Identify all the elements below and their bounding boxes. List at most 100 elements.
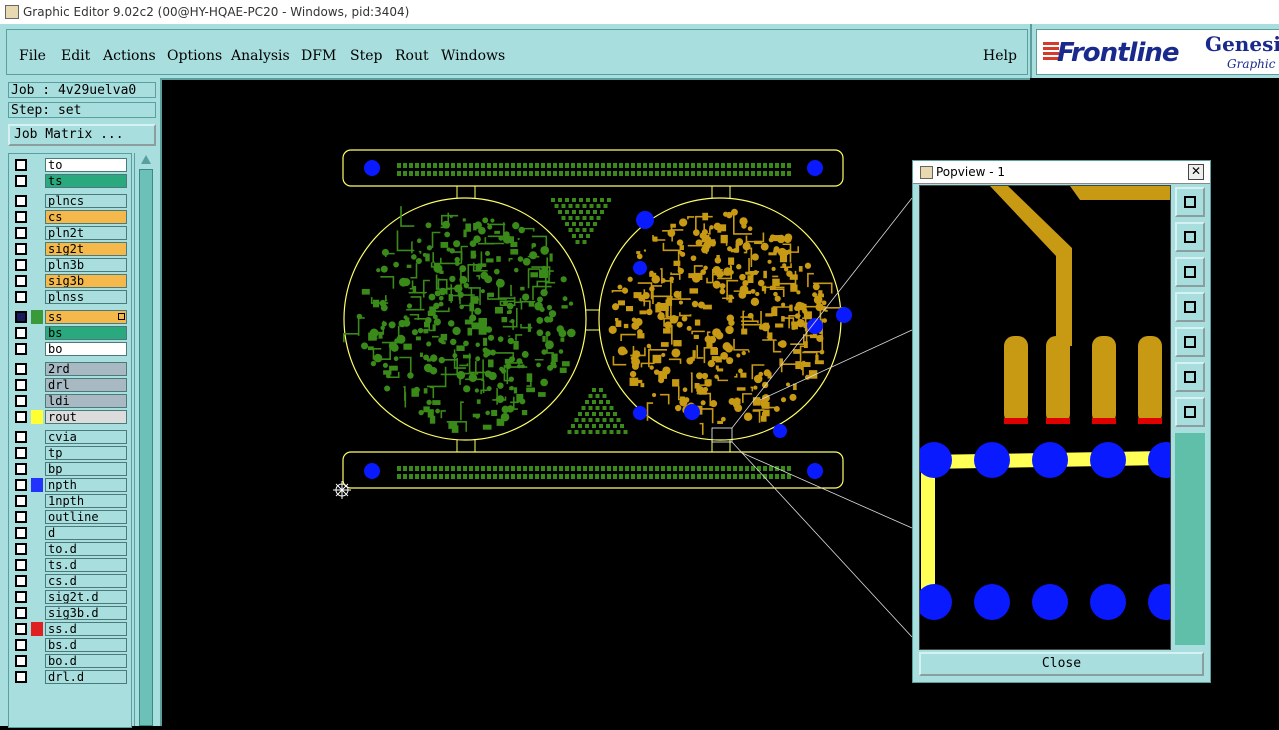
layer-checkbox[interactable] (15, 395, 27, 407)
menu-dfm[interactable]: DFM (301, 48, 336, 64)
layer-name[interactable]: sig2t (45, 242, 127, 256)
layer-list-scrollbar[interactable] (134, 153, 157, 726)
layer-checkbox[interactable] (15, 591, 27, 603)
layer-row-npth[interactable]: npth (11, 478, 129, 492)
layer-color-swatch[interactable] (31, 478, 43, 492)
layer-color-swatch[interactable] (31, 194, 43, 208)
layer-name[interactable]: plnss (45, 290, 127, 304)
menu-edit[interactable]: Edit (61, 48, 90, 64)
menu-help[interactable]: Help (983, 48, 1017, 64)
layer-row-ts.d[interactable]: ts.d (11, 558, 129, 572)
layer-color-swatch[interactable] (31, 574, 43, 588)
layer-color-swatch[interactable] (31, 210, 43, 224)
menu-windows[interactable]: Windows (441, 48, 505, 64)
layer-color-swatch[interactable] (31, 638, 43, 652)
layer-checkbox[interactable] (15, 159, 27, 171)
layer-name[interactable]: npth (45, 478, 127, 492)
layer-checkbox[interactable] (15, 291, 27, 303)
layer-checkbox[interactable] (15, 671, 27, 683)
layer-name[interactable]: cs.d (45, 574, 127, 588)
layer-color-swatch[interactable] (31, 510, 43, 524)
layer-color-swatch[interactable] (31, 342, 43, 356)
layer-row-bs.d[interactable]: bs.d (11, 638, 129, 652)
layer-name[interactable]: bp (45, 462, 127, 476)
layer-checkbox[interactable] (15, 431, 27, 443)
layer-color-swatch[interactable] (31, 326, 43, 340)
layer-row-ss.d[interactable]: ss.d (11, 622, 129, 636)
popview-pan-up-icon[interactable] (1175, 222, 1205, 252)
layer-name[interactable]: 2rd (45, 362, 127, 376)
layer-color-swatch[interactable] (31, 174, 43, 188)
layer-color-swatch[interactable] (31, 274, 43, 288)
layer-name[interactable]: ss (45, 310, 127, 324)
layer-row-ts[interactable]: ts (11, 174, 129, 188)
layer-checkbox[interactable] (15, 639, 27, 651)
popview-zoom-in-icon[interactable] (1175, 397, 1205, 427)
layer-checkbox[interactable] (15, 559, 27, 571)
layer-checkbox[interactable] (15, 327, 27, 339)
layer-row-drl[interactable]: drl (11, 378, 129, 392)
layer-name[interactable]: ss.d (45, 622, 127, 636)
layer-name[interactable]: bo (45, 342, 127, 356)
layer-checkbox[interactable] (15, 623, 27, 635)
layer-checkbox[interactable] (15, 479, 27, 491)
layer-color-swatch[interactable] (31, 362, 43, 376)
layer-checkbox[interactable] (15, 463, 27, 475)
layer-row-to[interactable]: to (11, 158, 129, 172)
menu-step[interactable]: Step (350, 48, 382, 64)
popview-fit-icon[interactable] (1175, 187, 1205, 217)
layer-color-swatch[interactable] (31, 394, 43, 408)
layer-checkbox[interactable] (15, 511, 27, 523)
layer-color-swatch[interactable] (31, 542, 43, 556)
layer-row-ldi[interactable]: ldi (11, 394, 129, 408)
layer-row-sig2t.d[interactable]: sig2t.d (11, 590, 129, 604)
popview-window[interactable]: Popview - 1 ✕ Close (912, 160, 1211, 683)
layer-row-bp[interactable]: bp (11, 462, 129, 476)
layer-checkbox[interactable] (15, 655, 27, 667)
layer-color-swatch[interactable] (31, 622, 43, 636)
job-matrix-button[interactable]: Job Matrix ... (8, 124, 156, 146)
layer-color-swatch[interactable] (31, 446, 43, 460)
layer-row-sig2t[interactable]: sig2t (11, 242, 129, 256)
popview-zoom-drawing[interactable] (920, 186, 1170, 649)
layer-row-pln3b[interactable]: pln3b (11, 258, 129, 272)
layer-color-swatch[interactable] (31, 258, 43, 272)
layer-checkbox[interactable] (15, 527, 27, 539)
layer-row-plncs[interactable]: plncs (11, 194, 129, 208)
layer-name[interactable]: cs (45, 210, 127, 224)
layer-checkbox[interactable] (15, 411, 27, 423)
layer-color-swatch[interactable] (31, 430, 43, 444)
layer-checkbox[interactable] (15, 575, 27, 587)
layer-checkbox[interactable] (15, 227, 27, 239)
popview-close-icon[interactable]: ✕ (1188, 164, 1204, 180)
layer-name[interactable]: d (45, 526, 127, 540)
layer-checkbox[interactable] (15, 175, 27, 187)
layer-name[interactable]: sig3b (45, 274, 127, 288)
layer-name[interactable]: sig3b.d (45, 606, 127, 620)
layer-color-swatch[interactable] (31, 654, 43, 668)
layer-row-bs[interactable]: bs (11, 326, 129, 340)
layer-row-bo.d[interactable]: bo.d (11, 654, 129, 668)
layer-row-sig3b[interactable]: sig3b (11, 274, 129, 288)
layer-checkbox[interactable] (15, 607, 27, 619)
layer-row-plnss[interactable]: plnss (11, 290, 129, 304)
layer-name[interactable]: tp (45, 446, 127, 460)
layer-checkbox[interactable] (15, 275, 27, 287)
layer-color-swatch[interactable] (31, 670, 43, 684)
menu-actions[interactable]: Actions (103, 48, 156, 64)
popview-pan-left-icon[interactable] (1175, 292, 1205, 322)
menu-file[interactable]: File (19, 48, 46, 64)
layer-row-cs.d[interactable]: cs.d (11, 574, 129, 588)
layer-name[interactable]: 1npth (45, 494, 127, 508)
layer-row-drl.d[interactable]: drl.d (11, 670, 129, 684)
layer-checkbox[interactable] (15, 195, 27, 207)
layer-checkbox[interactable] (15, 259, 27, 271)
layer-name[interactable]: bo.d (45, 654, 127, 668)
layer-color-swatch[interactable] (31, 462, 43, 476)
scroll-thumb[interactable] (139, 169, 153, 726)
layer-row-to.d[interactable]: to.d (11, 542, 129, 556)
layer-name[interactable]: rout (45, 410, 127, 424)
popview-close-button[interactable]: Close (919, 652, 1204, 676)
layer-name[interactable]: ts (45, 174, 127, 188)
layer-name[interactable]: ldi (45, 394, 127, 408)
